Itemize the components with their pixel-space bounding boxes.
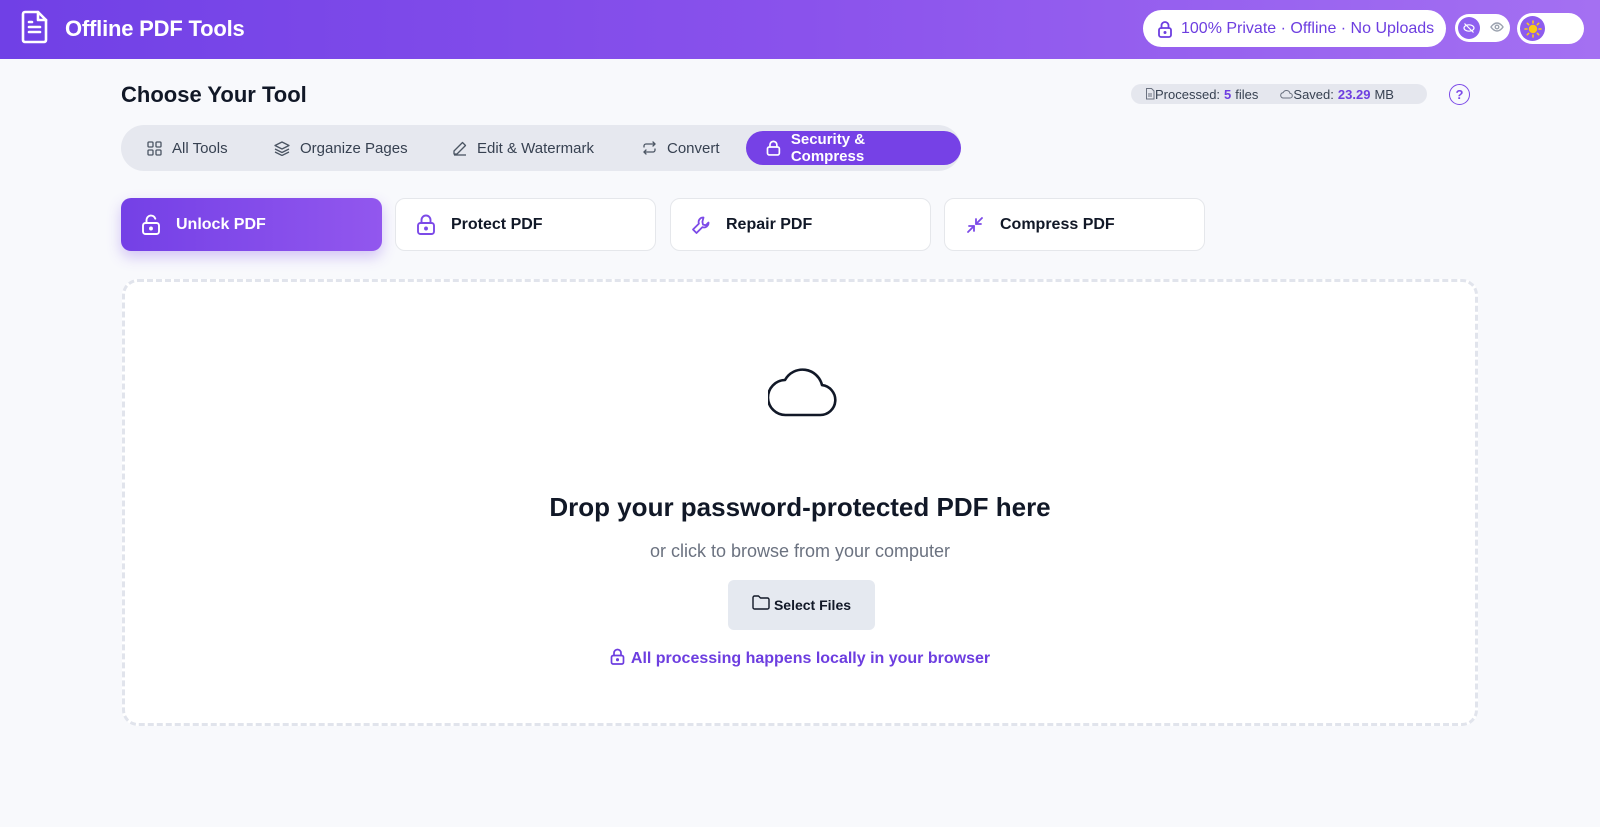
compress-icon (967, 216, 983, 233)
unlock-icon (142, 214, 160, 235)
page-title: Choose Your Tool (121, 82, 307, 107)
local-note-text: All processing happens locally in your b… (630, 650, 991, 667)
wrench-icon (692, 216, 710, 234)
tab-label: Edit & Watermark (477, 139, 594, 157)
processed-label: Processed: (1155, 86, 1221, 102)
tool-repair-pdf[interactable]: Repair PDF (670, 198, 931, 251)
eye-off-icon (1463, 23, 1475, 33)
stats-badge: Processed: 5 files Saved: 23.29 MB (1131, 84, 1427, 104)
tab-label: All Tools (172, 139, 228, 157)
help-label: ? (1455, 87, 1464, 102)
select-files-label: Select Files (773, 597, 852, 613)
select-files-button[interactable]: Select Files (728, 580, 875, 630)
file-dropzone[interactable]: Drop your password-protected PDF here or… (122, 279, 1478, 726)
theme-toggle[interactable] (1517, 13, 1584, 44)
tab-label: Organize Pages (300, 139, 408, 157)
tool-label: Repair PDF (726, 215, 813, 233)
tab-edit-watermark[interactable]: Edit & Watermark (452, 131, 594, 165)
local-processing-note: All processing happens locally in your b… (125, 648, 1475, 668)
app-header: Offline PDF Tools 100% Private · Offline… (0, 0, 1600, 59)
lock-icon (1158, 20, 1172, 38)
visibility-toggle[interactable] (1455, 14, 1510, 42)
processed-count: 5 (1224, 86, 1232, 102)
file-icon (1146, 88, 1155, 100)
eye-icon (1490, 22, 1504, 32)
dropzone-title: Drop your password-protected PDF here (549, 492, 1051, 522)
lock-icon (766, 140, 781, 156)
layers-icon (274, 140, 290, 156)
document-icon (21, 10, 48, 44)
lock-icon (417, 214, 435, 235)
cloud-icon (1280, 90, 1294, 99)
lock-icon (610, 648, 625, 665)
tool-unlock-pdf[interactable]: Unlock PDF (121, 198, 382, 251)
saved-unit: MB (1374, 86, 1394, 102)
category-tabs: All Tools Organize Pages Edit & Watermar… (121, 125, 961, 171)
tool-compress-pdf[interactable]: Compress PDF (944, 198, 1205, 251)
toggle-knob (1458, 17, 1480, 39)
tab-label: Convert (667, 139, 720, 157)
cloud-icon (768, 368, 837, 417)
processed-stat: Processed: 5 files (1145, 87, 1258, 102)
tab-security-compress[interactable]: Security & Compress (746, 131, 961, 165)
tab-organize-pages[interactable]: Organize Pages (274, 131, 408, 165)
tab-all-tools[interactable]: All Tools (147, 131, 228, 165)
grid-icon (147, 140, 162, 156)
saved-stat: Saved: 23.29 MB (1280, 87, 1394, 102)
repeat-icon (643, 141, 656, 155)
privacy-badge: 100% Private · Offline · No Uploads (1143, 10, 1446, 47)
app-title: Offline PDF Tools (65, 16, 245, 41)
processed-unit: files (1235, 86, 1259, 102)
tool-label: Compress PDF (1000, 215, 1115, 233)
sun-icon (1523, 19, 1542, 38)
tool-protect-pdf[interactable]: Protect PDF (395, 198, 656, 251)
dropzone-subtitle: or click to browse from your computer (649, 541, 951, 561)
tab-label: Security & Compress (790, 131, 866, 165)
saved-label: Saved: (1293, 86, 1334, 102)
toggle-knob (1520, 16, 1545, 41)
tab-convert[interactable]: Convert (642, 131, 720, 165)
pencil-icon (453, 141, 467, 156)
saved-value: 23.29 (1337, 86, 1371, 102)
help-button[interactable]: ? (1449, 84, 1470, 105)
folder-icon (752, 594, 770, 610)
privacy-badge-text: 100% Private · Offline · No Uploads (1181, 19, 1435, 37)
tool-label: Protect PDF (451, 215, 543, 233)
tool-label: Unlock PDF (176, 215, 266, 233)
